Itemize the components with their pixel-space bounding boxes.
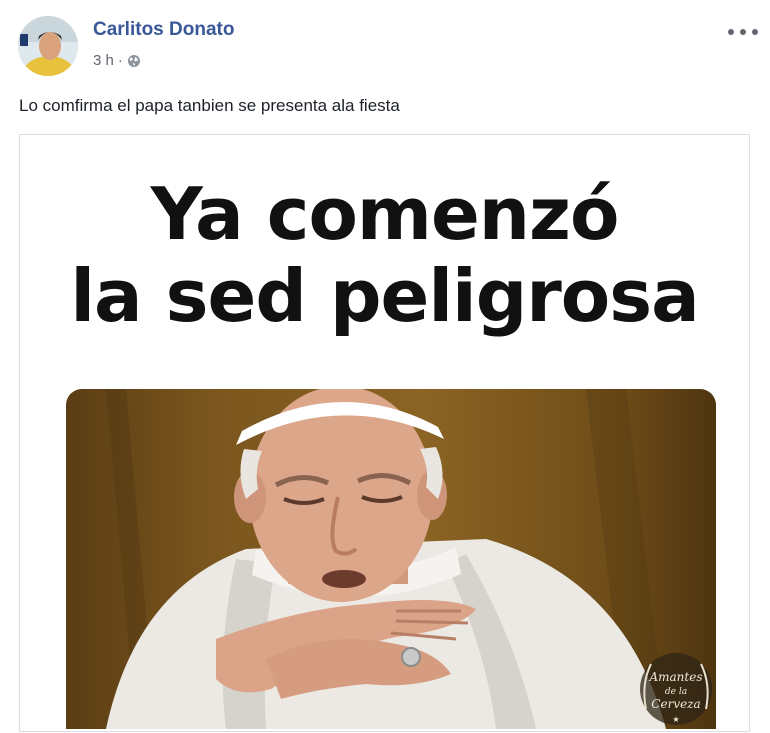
watermark-line-3: Cerveza — [651, 697, 700, 711]
avatar[interactable] — [18, 16, 78, 76]
author-name-link[interactable]: Carlitos Donato — [93, 19, 234, 41]
meme-title-line-2: la sed peligrosa — [70, 254, 699, 338]
pope-photo-illustration: Amantes de la Cerveza ★ — [106, 389, 712, 729]
more-dots-icon — [728, 29, 734, 35]
avatar-image — [18, 16, 78, 76]
meme-photo: Amantes de la Cerveza ★ — [66, 389, 716, 729]
post-caption: Lo comfirma el papa tanbien se presenta … — [19, 96, 400, 115]
post-meta: 3 h · — [93, 52, 141, 69]
watermark-line-2: de la — [665, 687, 687, 697]
meta-separator: · — [117, 52, 123, 69]
meme-title-line-1: Ya comenzó — [150, 172, 620, 256]
svg-text:★: ★ — [672, 715, 679, 724]
post-time[interactable]: 3 h — [93, 52, 114, 69]
globe-icon[interactable] — [127, 54, 141, 68]
watermark-line-1: Amantes — [648, 670, 702, 684]
shared-image[interactable]: Ya comenzó la sed peligrosa Amantes de l… — [19, 134, 750, 732]
more-options-button[interactable] — [728, 22, 758, 42]
meme-title: Ya comenzó la sed peligrosa — [20, 173, 749, 337]
post-header: Carlitos Donato 3 h · — [18, 16, 758, 80]
watermark-logo: Amantes de la Cerveza ★ — [640, 653, 712, 725]
more-dots-icon — [752, 29, 758, 35]
more-dots-icon — [740, 29, 746, 35]
